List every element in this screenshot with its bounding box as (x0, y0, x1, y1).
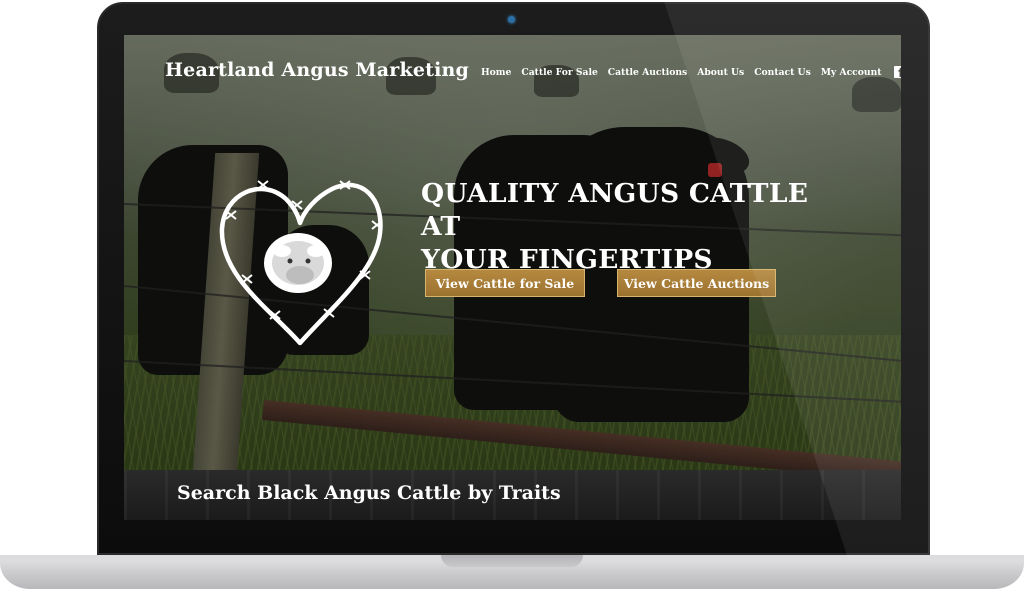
nav-cattle-auctions[interactable]: Cattle Auctions (608, 67, 687, 78)
browser-viewport: Heartland Angus Marketing Home Cattle Fo… (124, 35, 901, 520)
laptop-notch (441, 555, 583, 567)
site-logo-text[interactable]: Heartland Angus Marketing (165, 59, 469, 81)
search-section-title: Search Black Angus Cattle by Traits (177, 482, 561, 504)
barbed-wire-heart-cow-logo (219, 180, 383, 346)
view-cattle-auctions-button[interactable]: View Cattle Auctions (617, 269, 776, 297)
search-band: Search Black Angus Cattle by Traits (124, 470, 901, 520)
camera-icon (508, 16, 515, 23)
hero-title-line1: QUALITY ANGUS CATTLE AT (421, 178, 809, 242)
view-cattle-for-sale-button[interactable]: View Cattle for Sale (425, 269, 585, 297)
nav-about-us[interactable]: About Us (697, 67, 744, 78)
facebook-icon[interactable]: f (893, 66, 901, 79)
main-nav: Home Cattle For Sale Cattle Auctions Abo… (481, 66, 901, 79)
nav-home[interactable]: Home (481, 67, 511, 78)
nav-cattle-for-sale[interactable]: Cattle For Sale (521, 67, 597, 78)
nav-contact-us[interactable]: Contact Us (754, 67, 811, 78)
nav-my-account[interactable]: My Account (821, 67, 882, 78)
hero-title: QUALITY ANGUS CATTLE AT YOUR FINGERTIPS (421, 177, 841, 276)
